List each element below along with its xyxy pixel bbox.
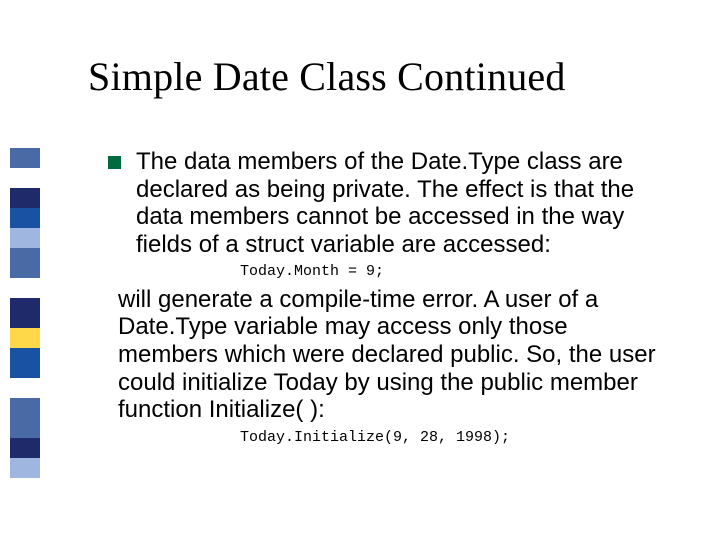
- body-paragraph-2: will generate a compile-time error. A us…: [118, 286, 663, 424]
- slide: Simple Date Class Continued The data mem…: [0, 0, 720, 540]
- sidebar-block: [10, 228, 40, 248]
- decorative-sidebar: [10, 148, 40, 478]
- sidebar-block: [10, 298, 40, 328]
- code-line-2: Today.Initialize(9, 28, 1998);: [240, 428, 663, 448]
- sidebar-block: [10, 348, 40, 378]
- code-line-1: Today.Month = 9;: [240, 262, 663, 282]
- bullet-item: The data members of the Date.Type class …: [108, 148, 663, 258]
- sidebar-block: [10, 168, 40, 188]
- sidebar-block: [10, 438, 40, 458]
- body-paragraph-1: The data members of the Date.Type class …: [136, 148, 663, 258]
- sidebar-block: [10, 458, 40, 478]
- sidebar-block: [10, 148, 40, 168]
- sidebar-block: [10, 398, 40, 438]
- slide-body: The data members of the Date.Type class …: [108, 148, 663, 451]
- sidebar-block: [10, 248, 40, 278]
- sidebar-block: [10, 328, 40, 348]
- sidebar-block: [10, 278, 40, 298]
- sidebar-block: [10, 378, 40, 398]
- sidebar-block: [10, 188, 40, 208]
- slide-title: Simple Date Class Continued: [88, 55, 566, 99]
- bullet-icon: [108, 156, 121, 169]
- body-paragraph-2-wrap: will generate a compile-time error. A us…: [118, 286, 663, 424]
- sidebar-block: [10, 208, 40, 228]
